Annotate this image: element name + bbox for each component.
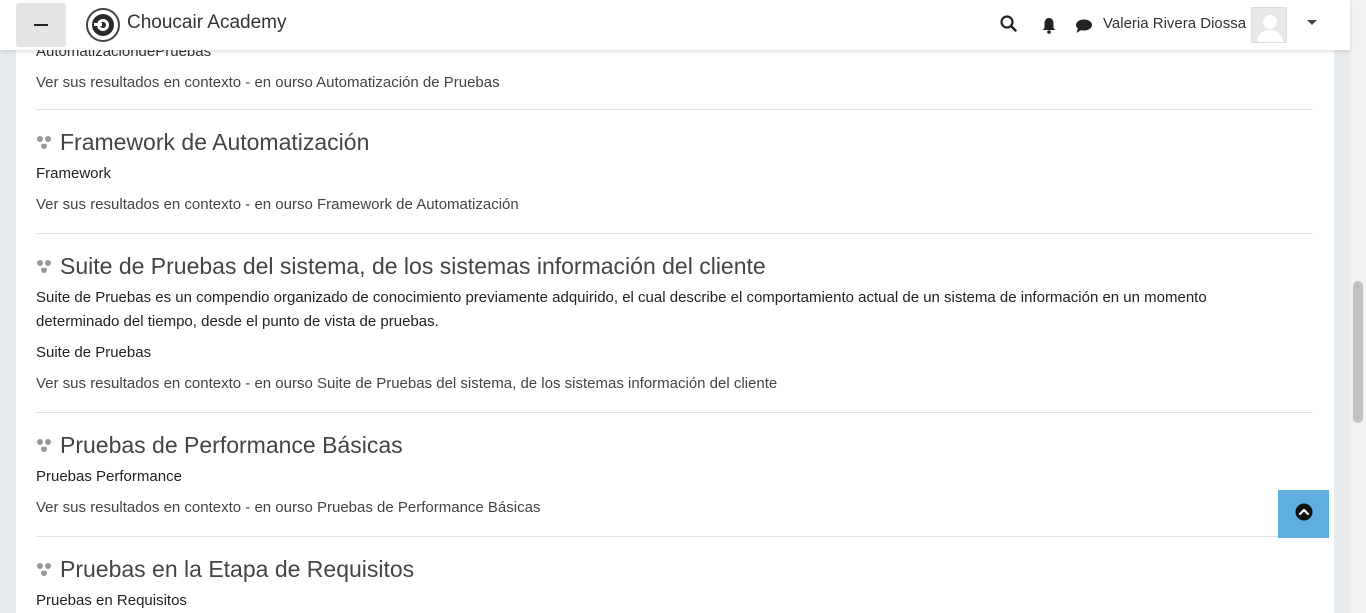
scrollbar[interactable] [1350, 0, 1366, 613]
divider [36, 412, 1313, 413]
result-text: Pruebas Performance [36, 468, 182, 485]
course-icon [36, 554, 52, 584]
divider [36, 536, 1313, 537]
search-result-performance: Pruebas de Performance Básicas Pruebas P… [36, 430, 1313, 520]
result-context-link[interactable]: Ver sus resultados en contexto - en ours… [36, 372, 1313, 396]
scrollbar-thumb[interactable] [1353, 281, 1363, 423]
user-name[interactable]: Valeria Rivera Diossa [1103, 15, 1246, 32]
result-context-link[interactable]: Ver sus resultados en contexto - en ours… [36, 193, 1313, 217]
result-title[interactable]: Pruebas de Performance Básicas [36, 430, 1313, 460]
search-result-requisitos: Pruebas en la Etapa de Requisitos Prueba… [36, 554, 1313, 613]
result-text: Suite de Pruebas [36, 344, 152, 361]
main-content: AutomatizaciondePruebas Ver sus resultad… [16, 0, 1334, 613]
course-icon [36, 430, 52, 460]
site-brand-name[interactable]: Choucair Academy [127, 12, 286, 34]
search-result-framework: Framework de Automatización Framework Ve… [36, 127, 1313, 217]
result-title-text: Suite de Pruebas del sistema, de los sis… [60, 253, 766, 279]
search-icon[interactable] [1000, 15, 1017, 37]
chat-icon[interactable] [1075, 18, 1093, 39]
result-title-text: Pruebas en la Etapa de Requisitos [60, 556, 415, 582]
result-text: Framework [36, 165, 112, 182]
chevron-down-icon[interactable] [1307, 20, 1317, 25]
result-summary-cont: determinado del tiempo, desde el punto d… [36, 313, 439, 330]
back-to-top-button[interactable] [1278, 490, 1329, 538]
result-context-link[interactable]: Ver sus resultados en contexto - en ours… [36, 71, 1313, 95]
search-result-suite: Suite de Pruebas del sistema, de los sis… [36, 251, 1313, 396]
menu-icon [34, 24, 48, 26]
result-summary: Suite de Pruebas es un compendio organiz… [36, 289, 1207, 306]
course-icon [36, 127, 52, 157]
result-context-link[interactable]: Ver sus resultados en contexto - en ours… [36, 496, 1313, 520]
divider [36, 233, 1313, 234]
top-navbar: Choucair Academy Valeria Rivera Diossa [0, 0, 1350, 50]
result-title[interactable]: Suite de Pruebas del sistema, de los sis… [36, 251, 1313, 281]
result-title[interactable]: Framework de Automatización [36, 127, 1313, 157]
arrow-up-circle-icon [1295, 503, 1313, 526]
result-text: Pruebas en Requisitos [36, 592, 187, 609]
menu-toggle-button[interactable] [16, 3, 66, 47]
result-title-text: Framework de Automatización [60, 129, 370, 155]
bell-icon[interactable] [1041, 17, 1057, 39]
avatar[interactable] [1251, 7, 1287, 43]
result-title[interactable]: Pruebas en la Etapa de Requisitos [36, 554, 1313, 584]
result-title-text: Pruebas de Performance Básicas [60, 432, 403, 458]
divider [36, 109, 1313, 110]
site-logo[interactable] [86, 8, 120, 42]
course-icon [36, 251, 52, 281]
